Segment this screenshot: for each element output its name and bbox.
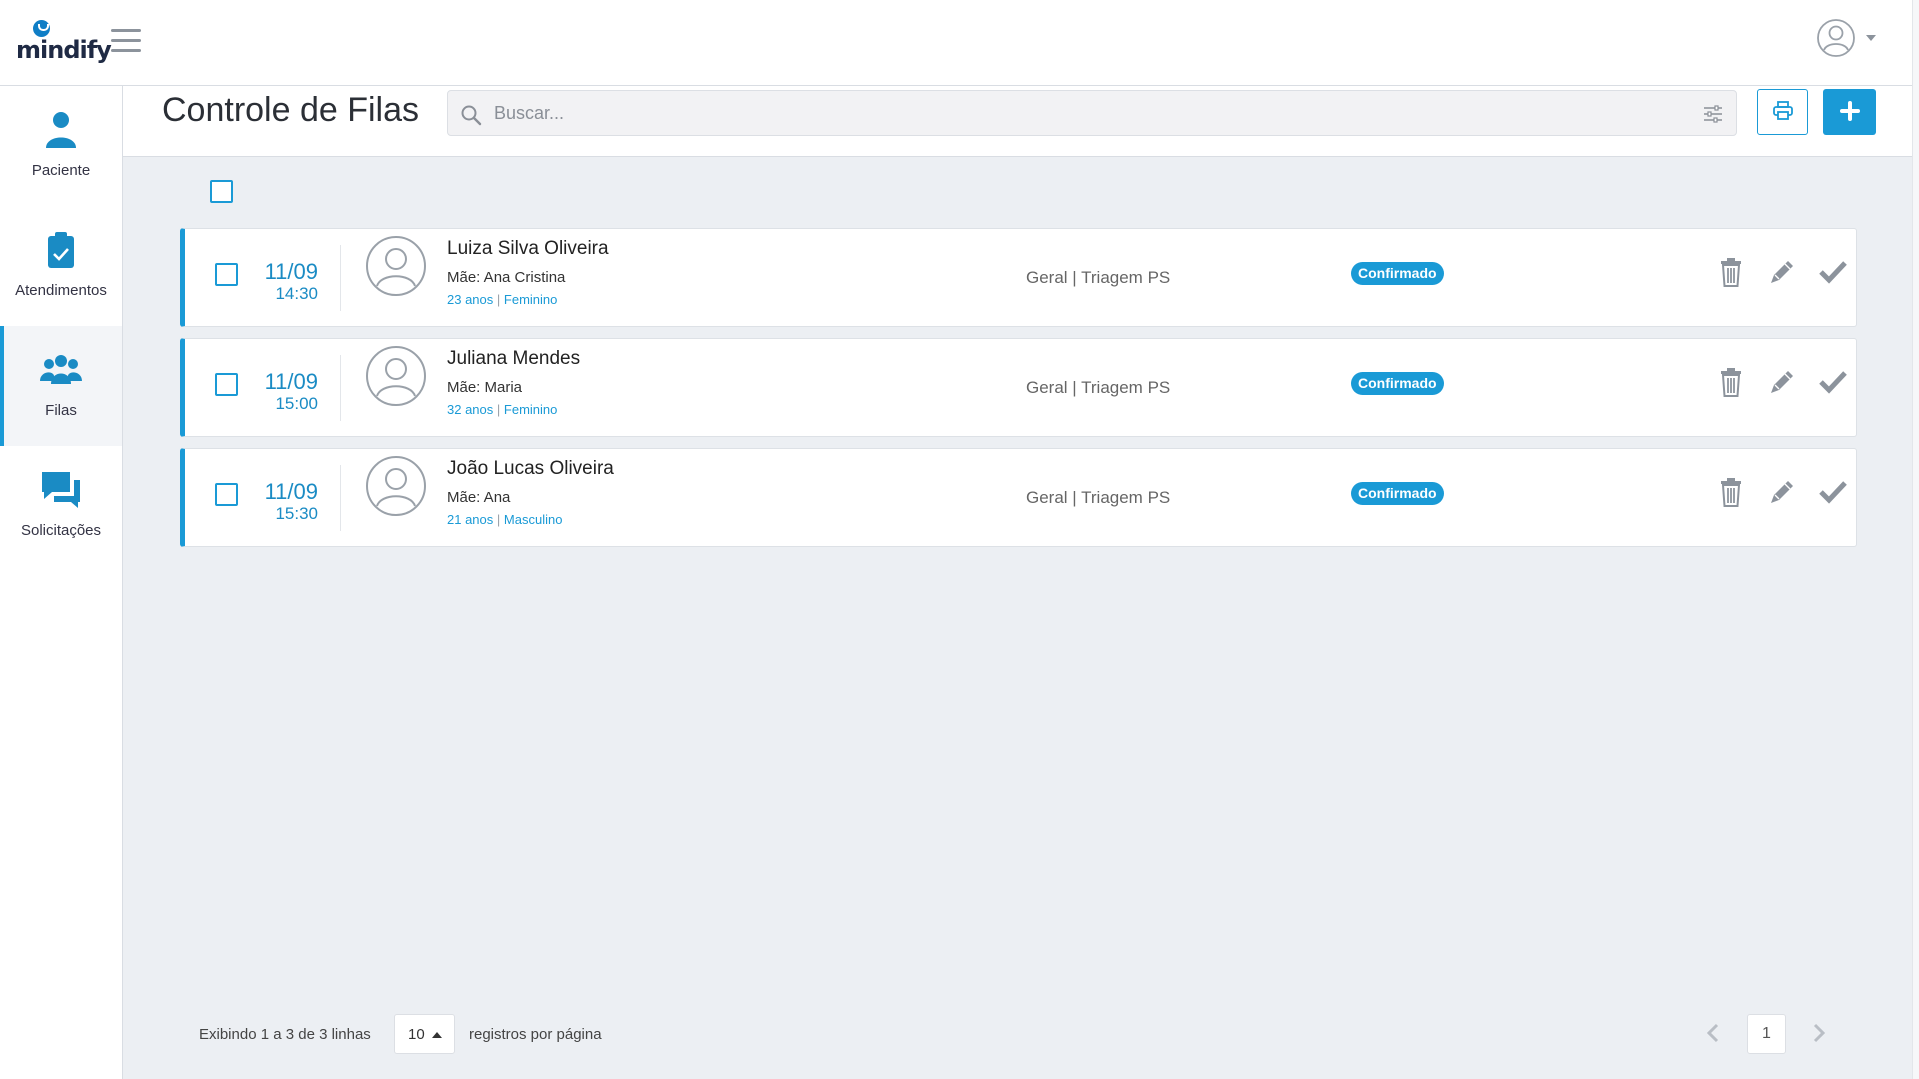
patient-name: João Lucas Oliveira: [447, 458, 614, 479]
person-icon: [46, 112, 76, 148]
user-avatar-icon: [1817, 19, 1855, 57]
row-sector: Geral | Triagem PS: [1026, 268, 1171, 287]
row-checkbox[interactable]: [215, 263, 238, 286]
patient-meta: 23 anos | Feminino: [447, 292, 557, 307]
sidebar-item-label: Paciente: [31, 162, 91, 179]
sidebar-item-paciente[interactable]: Paciente: [0, 86, 122, 206]
printer-icon: [1772, 100, 1793, 120]
meta-separator: |: [496, 512, 501, 527]
row-time: 15:00: [275, 394, 318, 413]
user-menu[interactable]: [1816, 18, 1876, 60]
row-checkbox[interactable]: [215, 483, 238, 506]
patient-age: 23 anos: [447, 292, 494, 307]
patient-meta: 32 anos | Feminino: [447, 402, 557, 417]
row-time: 14:30: [275, 284, 318, 303]
pencil-icon[interactable]: [1766, 366, 1798, 398]
patient-avatar-icon: [366, 456, 426, 516]
patient-avatar-icon: [366, 236, 426, 296]
checkmark-icon[interactable]: [1817, 366, 1849, 398]
page-size-select[interactable]: 10: [394, 1014, 455, 1054]
caret-up-icon: [432, 1032, 442, 1038]
patient-mother: Mãe: Maria: [447, 379, 523, 396]
patient-name: Luiza Silva Oliveira: [447, 238, 609, 259]
add-button[interactable]: [1823, 89, 1876, 135]
logo-badge-icon: [33, 20, 50, 37]
patient-mother: Mãe: Ana: [447, 489, 511, 506]
meta-separator: |: [496, 292, 501, 307]
pagination-page-1[interactable]: 1: [1747, 1014, 1786, 1054]
row-sector: Geral | Triagem PS: [1026, 378, 1171, 397]
users-group-icon: [40, 355, 82, 384]
chat-bubbles-icon: [42, 472, 80, 508]
row-sector: Geral | Triagem PS: [1026, 488, 1171, 507]
print-button[interactable]: [1757, 89, 1808, 135]
sidebar-item-solicitacoes[interactable]: Solicitações: [0, 446, 122, 566]
row-divider: [340, 465, 341, 531]
page-title: Controle de Filas: [162, 91, 420, 129]
row-date: 11/09: [264, 369, 318, 394]
checkmark-icon[interactable]: [1817, 476, 1849, 508]
trash-icon[interactable]: [1715, 366, 1747, 398]
queue-row[interactable]: 11/09 15:00 Juliana Mendes Mãe: Maria 32…: [180, 338, 1857, 437]
trash-icon[interactable]: [1715, 476, 1747, 508]
page-size-value: 10: [408, 1026, 425, 1043]
status-badge: Confirmado: [1351, 482, 1444, 505]
logo-text: mindify: [16, 36, 112, 64]
row-time: 15:30: [275, 504, 318, 523]
patient-age: 21 anos: [447, 512, 494, 527]
sidebar-item-filas[interactable]: Filas: [0, 326, 122, 446]
search-bar[interactable]: [447, 90, 1737, 136]
chevron-left-icon[interactable]: [1702, 1021, 1726, 1045]
pencil-icon[interactable]: [1766, 476, 1798, 508]
chevron-right-icon[interactable]: [1806, 1021, 1830, 1045]
pencil-icon[interactable]: [1766, 256, 1798, 288]
page-size-label: registros por página: [469, 1026, 602, 1043]
mindify-logo[interactable]: mindify: [16, 20, 112, 64]
status-badge: Confirmado: [1351, 262, 1444, 285]
select-all-checkbox[interactable]: [210, 180, 233, 203]
patient-avatar-icon: [366, 346, 426, 406]
search-icon: [461, 105, 482, 126]
sidebar-item-label: Atendimentos: [15, 282, 107, 299]
plus-icon: [1839, 100, 1860, 121]
row-divider: [340, 355, 341, 421]
patient-sex: Feminino: [503, 292, 558, 307]
row-checkbox[interactable]: [215, 373, 238, 396]
row-date: 11/09: [264, 259, 318, 284]
filter-sliders-icon[interactable]: [1703, 105, 1723, 123]
trash-icon[interactable]: [1715, 256, 1747, 288]
patient-sex: Masculino: [503, 512, 563, 527]
row-divider: [340, 245, 341, 311]
hamburger-menu-icon[interactable]: [111, 29, 141, 53]
patient-name: Juliana Mendes: [447, 348, 581, 369]
checkmark-icon[interactable]: [1817, 256, 1849, 288]
search-input[interactable]: [494, 99, 1674, 127]
sidebar-item-atendimentos[interactable]: Atendimentos: [0, 206, 122, 326]
patient-mother: Mãe: Ana Cristina: [447, 269, 566, 286]
pagination-info: Exibindo 1 a 3 de 3 linhas: [199, 1026, 371, 1043]
queue-row[interactable]: 11/09 14:30 Luiza Silva Oliveira Mãe: An…: [180, 228, 1857, 327]
window-scrollbar[interactable]: [1912, 0, 1919, 1079]
sidebar: Paciente Atendimentos Filas Solicitações: [0, 86, 123, 1079]
row-date: 11/09: [264, 479, 318, 504]
chevron-down-icon: [1866, 35, 1876, 41]
patient-sex: Feminino: [503, 402, 558, 417]
patient-age: 32 anos: [447, 402, 494, 417]
sidebar-item-label: Solicitações: [20, 522, 102, 539]
queue-row[interactable]: 11/09 15:30 João Lucas Oliveira Mãe: Ana…: [180, 448, 1857, 547]
status-badge: Confirmado: [1351, 372, 1444, 395]
top-bar: mindify: [0, 0, 1919, 86]
clipboard-check-icon: [48, 232, 74, 268]
patient-meta: 21 anos | Masculino: [447, 512, 562, 527]
sidebar-item-label: Filas: [45, 402, 77, 419]
meta-separator: |: [496, 402, 501, 417]
